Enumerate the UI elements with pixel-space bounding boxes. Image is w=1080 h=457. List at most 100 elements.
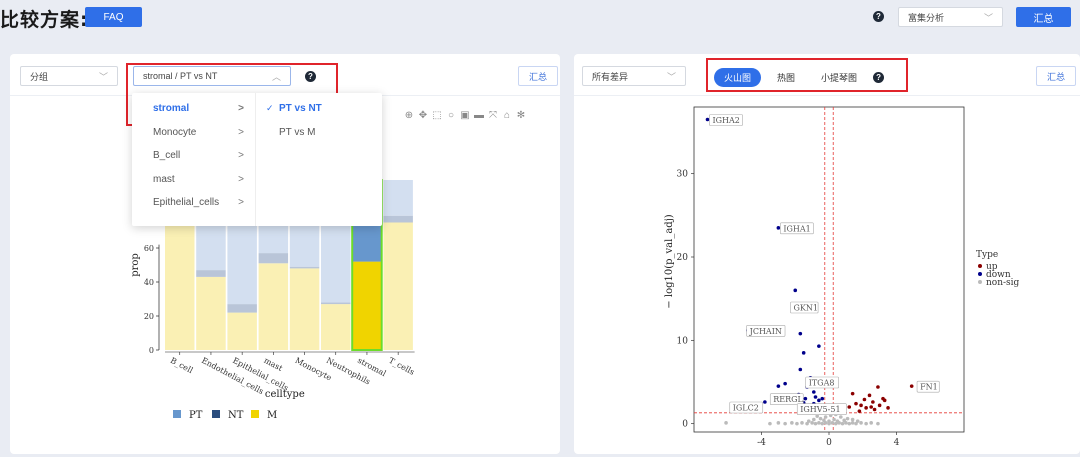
- enrich-select-value: 富集分析: [908, 12, 945, 23]
- dropdown-item-cell-type[interactable]: mast >: [132, 168, 255, 192]
- point-down: [793, 288, 798, 293]
- point-up: [847, 405, 852, 409]
- y-tick-label: 20: [144, 312, 154, 321]
- dropdown-item-cell-type[interactable]: Epithelial_cells >: [132, 191, 255, 215]
- legend-label: NT: [228, 410, 244, 421]
- point-nonsig: [847, 421, 852, 426]
- x-tick-label: -4: [757, 438, 766, 448]
- dropdown-item-comparison[interactable]: ✓ PT vs NT: [257, 97, 381, 121]
- bar-segment-pt: [383, 180, 413, 216]
- dropdown-item-cell-type[interactable]: stromal >: [132, 97, 255, 121]
- bar-segment-m: [383, 222, 413, 350]
- chevron-right-icon: >: [238, 197, 244, 209]
- gene-label: GKN1: [794, 304, 818, 313]
- point-nonsig: [822, 418, 826, 423]
- y-tick-label: 60: [144, 244, 154, 253]
- dropdown-item-label: PT vs NT: [279, 103, 322, 115]
- point-down: [798, 367, 803, 372]
- gene-label: IGHV5-51: [800, 405, 840, 414]
- legend-swatch: [978, 280, 982, 284]
- point-down: [798, 331, 803, 336]
- bar-segment-nt: [383, 215, 413, 223]
- point-nonsig: [832, 417, 836, 422]
- point-up: [886, 406, 890, 410]
- point-nonsig: [855, 419, 860, 423]
- point-nonsig: [818, 416, 823, 421]
- point-down: [817, 398, 821, 403]
- point-up: [867, 393, 872, 398]
- dropdown-item-label: Monocyte: [153, 126, 197, 138]
- point-nonsig: [850, 421, 855, 425]
- point-nonsig: [724, 421, 728, 425]
- legend-label: M: [267, 410, 277, 421]
- point-nonsig: [806, 419, 811, 423]
- y-tick-label: 0: [682, 420, 688, 430]
- legend-swatch: [212, 410, 220, 418]
- enrich-analysis-select[interactable]: 富集分析 ﹀: [898, 7, 1003, 27]
- y-axis-label: prop: [130, 253, 141, 277]
- x-tick-label: 4: [894, 438, 900, 448]
- gene-label: FN1: [920, 383, 938, 392]
- summary-button[interactable]: 汇总: [1016, 7, 1071, 27]
- point-up: [859, 403, 863, 408]
- point-up: [854, 401, 858, 406]
- point-down: [776, 384, 781, 388]
- legend-swatch: [978, 272, 982, 276]
- point-up: [869, 405, 873, 409]
- chevron-down-icon: ﹀: [983, 13, 993, 23]
- point-down: [763, 400, 767, 404]
- x-tick-label: B_cell: [169, 356, 195, 376]
- point-nonsig: [823, 415, 828, 419]
- diff-select[interactable]: 所有差异 ﹀: [582, 66, 686, 86]
- point-down: [776, 226, 781, 230]
- y-tick-label: 30: [677, 170, 689, 180]
- point-nonsig: [839, 415, 843, 419]
- point-nonsig: [810, 421, 814, 425]
- point-nonsig: [817, 421, 821, 425]
- point-nonsig: [850, 417, 855, 422]
- panel-summary-button[interactable]: 汇总: [1036, 66, 1076, 86]
- cascade-dropdown: stromal > Monocyte > B_cell > mast > Epithelial_…: [132, 93, 382, 226]
- top-bar: 比较方案: FAQ ? 富集分析 ﹀ 汇总: [0, 0, 1080, 38]
- dropdown-item-cell-type[interactable]: Monocyte >: [132, 121, 255, 145]
- dropdown-item-label: stromal: [153, 103, 190, 115]
- point-up: [850, 391, 855, 396]
- point-nonsig: [859, 421, 863, 425]
- point-nonsig: [776, 421, 781, 425]
- dropdown-item-comparison[interactable]: PT vs M: [257, 121, 381, 145]
- point-nonsig: [783, 421, 787, 426]
- legend-label: PT: [189, 410, 203, 421]
- x-tick-label: T_cells: [387, 356, 416, 377]
- bar-segment-m: [258, 263, 289, 350]
- chevron-right-icon: >: [238, 150, 244, 162]
- page-title: 比较方案:: [0, 9, 89, 31]
- point-up: [872, 407, 877, 412]
- bar-segment-nt: [196, 270, 226, 277]
- point-nonsig: [869, 421, 873, 425]
- bar-segment-nt: [289, 266, 320, 269]
- point-down: [820, 396, 825, 401]
- comparison-list: ✓ PT vs NT PT vs M: [257, 93, 381, 226]
- point-up: [876, 385, 880, 389]
- bar-segment-m: [196, 276, 226, 350]
- point-nonsig: [842, 418, 846, 423]
- point-nonsig: [800, 421, 804, 425]
- legend-title: Type: [976, 250, 998, 260]
- point-up: [882, 398, 887, 403]
- left-panel: 分组 ﹀ stromal / PT vs NT ︿ ? 汇总 stromal > M…: [10, 54, 560, 454]
- bar-segment-m: [352, 261, 382, 350]
- faq-button[interactable]: FAQ: [85, 7, 142, 27]
- point-nonsig: [813, 421, 818, 426]
- dropdown-item-label: Epithelial_cells: [153, 197, 220, 209]
- point-nonsig: [845, 416, 850, 421]
- check-icon: ✓: [266, 103, 274, 114]
- dropdown-item-cell-type[interactable]: B_cell >: [132, 144, 255, 168]
- bar-segment-m: [227, 312, 257, 350]
- bar-segment-nt: [227, 304, 257, 313]
- help-icon[interactable]: ?: [873, 11, 884, 22]
- point-up: [909, 384, 914, 388]
- gene-label: RERGL: [773, 395, 803, 404]
- point-nonsig: [812, 417, 816, 422]
- chevron-right-icon: >: [238, 103, 244, 115]
- legend-swatch: [978, 264, 982, 268]
